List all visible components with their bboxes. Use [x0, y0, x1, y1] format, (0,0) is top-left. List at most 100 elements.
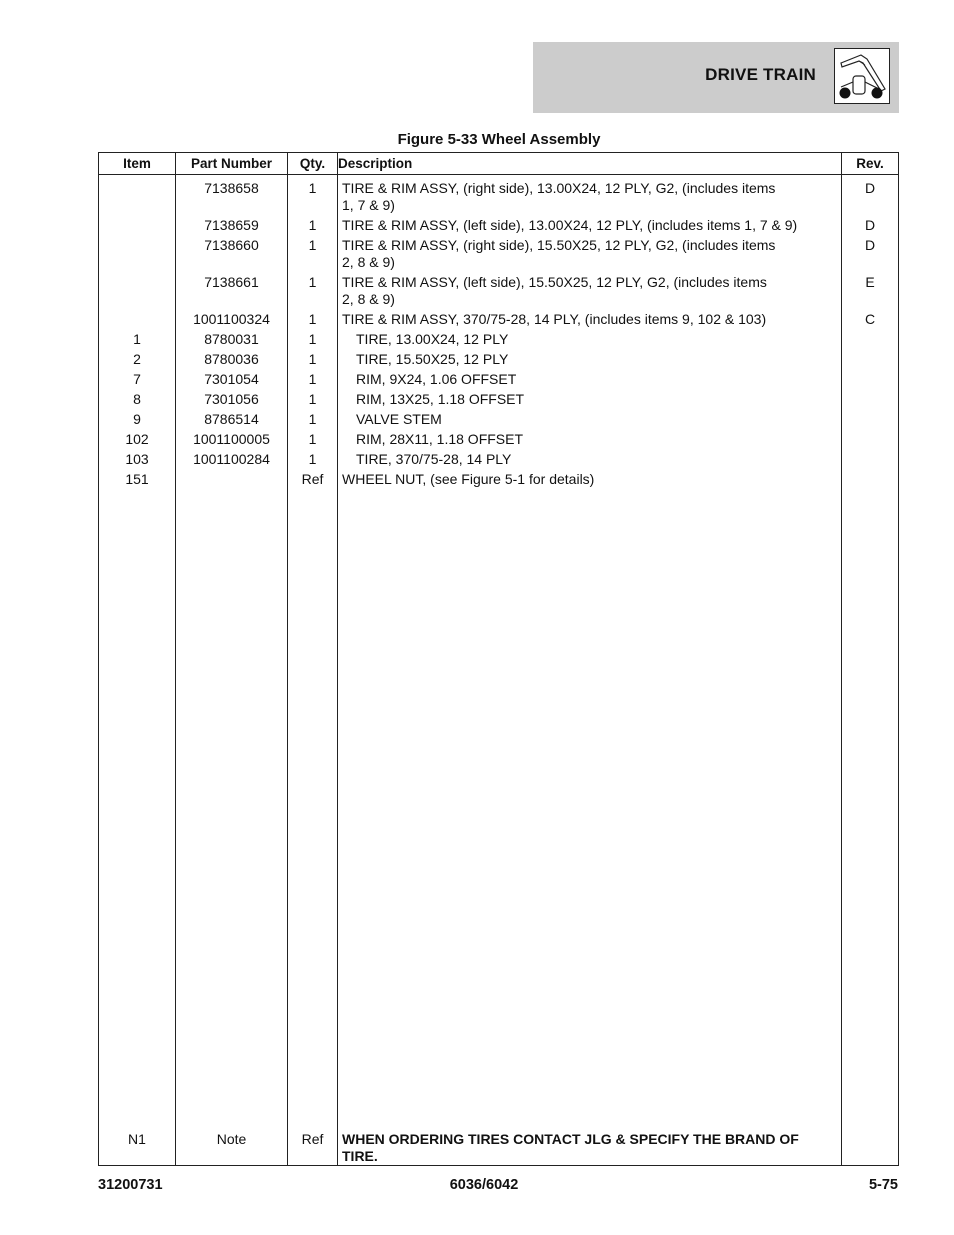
table-row: 9 8786514 1 VALVE STEM [98, 408, 899, 428]
description-line: TIRE, 13.00X24, 12 PLY [356, 331, 509, 347]
note-item-cell: N1 [98, 1129, 176, 1166]
part-number-cell: 1001100324 [175, 308, 288, 328]
qty-cell: 1 [287, 428, 338, 448]
qty-cell: Ref [287, 468, 338, 488]
column-header-item: Item [98, 152, 176, 175]
part-number-cell: 7138659 [175, 214, 288, 234]
description-cell: TIRE, 13.00X24, 12 PLY [337, 328, 842, 348]
qty-cell: 1 [287, 448, 338, 468]
table-row: 102 1001100005 1 RIM, 28X11, 1.18 OFFSET [98, 428, 899, 448]
part-number-cell: 8780031 [175, 328, 288, 348]
description-line: RIM, 13X25, 1.18 OFFSET [356, 391, 525, 407]
description-line: TIRE, 15.50X25, 12 PLY [356, 351, 509, 367]
description-cell: TIRE, 15.50X25, 12 PLY [337, 348, 842, 368]
table-row: 103 1001100284 1 TIRE, 370/75-28, 14 PLY [98, 448, 899, 468]
description-line: TIRE & RIM ASSY, (left side), 15.50X25, … [342, 274, 767, 290]
description-cell: RIM, 28X11, 1.18 OFFSET [337, 428, 842, 448]
section-title: DRIVE TRAIN [705, 65, 816, 84]
part-number-cell: 7138661 [175, 271, 288, 308]
qty-cell: 1 [287, 308, 338, 328]
model-number: 6036/6042 [449, 1177, 519, 1193]
item-cell: 102 [98, 428, 176, 448]
description-cell: TIRE & RIM ASSY, (left side), 15.50X25, … [337, 271, 842, 308]
qty-cell: 1 [287, 368, 338, 388]
note-row: N1 Note Ref WHEN ORDERING TIRES CONTACT … [98, 1129, 899, 1166]
rev-cell [841, 368, 899, 388]
description-line: TIRE & RIM ASSY, (right side), 13.00X24,… [342, 180, 776, 196]
qty-cell: 1 [287, 328, 338, 348]
part-number-cell: 7138658 [175, 174, 288, 214]
rev-cell [841, 388, 899, 408]
rev-cell: C [841, 308, 899, 328]
description-cell: RIM, 13X25, 1.18 OFFSET [337, 388, 842, 408]
table-row: 1001100324 1 TIRE & RIM ASSY, 370/75-28,… [98, 308, 899, 328]
parts-table: Item Part Number Qty. Description Rev. 7… [98, 152, 899, 1166]
item-cell [98, 214, 176, 234]
column-header-rev: Rev. [841, 152, 899, 175]
rev-cell: D [841, 234, 899, 271]
part-number-cell: 7301054 [175, 368, 288, 388]
description-cell: TIRE & RIM ASSY, (left side), 13.00X24, … [337, 214, 842, 234]
note-qty-cell: Ref [287, 1129, 338, 1166]
table-row: 2 8780036 1 TIRE, 15.50X25, 12 PLY [98, 348, 899, 368]
item-cell: 2 [98, 348, 176, 368]
description-cell: TIRE, 370/75-28, 14 PLY [337, 448, 842, 468]
qty-cell: 1 [287, 408, 338, 428]
qty-cell: 1 [287, 271, 338, 308]
description-cell: TIRE & RIM ASSY, 370/75-28, 14 PLY, (inc… [337, 308, 842, 328]
qty-cell: 1 [287, 174, 338, 214]
rev-cell [841, 408, 899, 428]
qty-cell: 1 [287, 388, 338, 408]
description-cell: RIM, 9X24, 1.06 OFFSET [337, 368, 842, 388]
part-number-cell: 7301056 [175, 388, 288, 408]
part-number-cell: 1001100005 [175, 428, 288, 448]
table-row: 7138659 1 TIRE & RIM ASSY, (left side), … [98, 214, 899, 234]
note-rev-cell [841, 1129, 899, 1166]
item-cell: 151 [98, 468, 176, 488]
note-part-cell: Note [175, 1129, 288, 1166]
item-cell [98, 308, 176, 328]
rev-cell [841, 328, 899, 348]
item-cell: 7 [98, 368, 176, 388]
table-row: 151 Ref WHEEL NUT, (see Figure 5-1 for d… [98, 468, 899, 488]
description-line: RIM, 28X11, 1.18 OFFSET [356, 431, 524, 447]
rev-cell [841, 428, 899, 448]
item-cell: 8 [98, 388, 176, 408]
rev-cell [841, 468, 899, 488]
column-header-part-number: Part Number [175, 152, 288, 175]
part-number-cell [175, 468, 288, 488]
note-description-cell: WHEN ORDERING TIRES CONTACT JLG & SPECIF… [337, 1129, 842, 1166]
item-cell: 1 [98, 328, 176, 348]
description-cell: WHEEL NUT, (see Figure 5-1 for details) [337, 468, 842, 488]
rev-cell [841, 448, 899, 468]
part-number-cell: 7138660 [175, 234, 288, 271]
table-row: 7138660 1 TIRE & RIM ASSY, (right side),… [98, 234, 899, 271]
rev-cell: D [841, 174, 899, 214]
column-header-description: Description [337, 152, 842, 175]
item-cell [98, 174, 176, 214]
figure-title: Figure 5-33 Wheel Assembly [397, 131, 601, 148]
part-number-cell: 8780036 [175, 348, 288, 368]
description-line: TIRE, 370/75-28, 14 PLY [356, 451, 512, 467]
description-line: TIRE & RIM ASSY, (right side), 15.50X25,… [342, 237, 776, 253]
part-number-cell: 1001100284 [175, 448, 288, 468]
description-cell: TIRE & RIM ASSY, (right side), 13.00X24,… [337, 174, 842, 214]
rev-cell: E [841, 271, 899, 308]
telehandler-icon [834, 48, 890, 104]
rev-cell [841, 348, 899, 368]
table-row: 7138658 1 TIRE & RIM ASSY, (right side),… [98, 174, 899, 214]
item-cell: 103 [98, 448, 176, 468]
description-line: 1, 7 & 9) [342, 197, 395, 213]
column-header-qty: Qty. [287, 152, 338, 175]
qty-cell: 1 [287, 234, 338, 271]
table-row: 7 7301054 1 RIM, 9X24, 1.06 OFFSET [98, 368, 899, 388]
qty-cell: 1 [287, 214, 338, 234]
table-row: 1 8780031 1 TIRE, 13.00X24, 12 PLY [98, 328, 899, 348]
description-line: 2, 8 & 9) [342, 254, 395, 270]
part-number-cell: 8786514 [175, 408, 288, 428]
description-cell: VALVE STEM [337, 408, 842, 428]
page-number: 5-75 [868, 1177, 898, 1193]
table-header-row: Item Part Number Qty. Description Rev. [98, 152, 899, 175]
section-header: DRIVE TRAIN [533, 42, 899, 113]
table-row: 7138661 1 TIRE & RIM ASSY, (left side), … [98, 271, 899, 308]
